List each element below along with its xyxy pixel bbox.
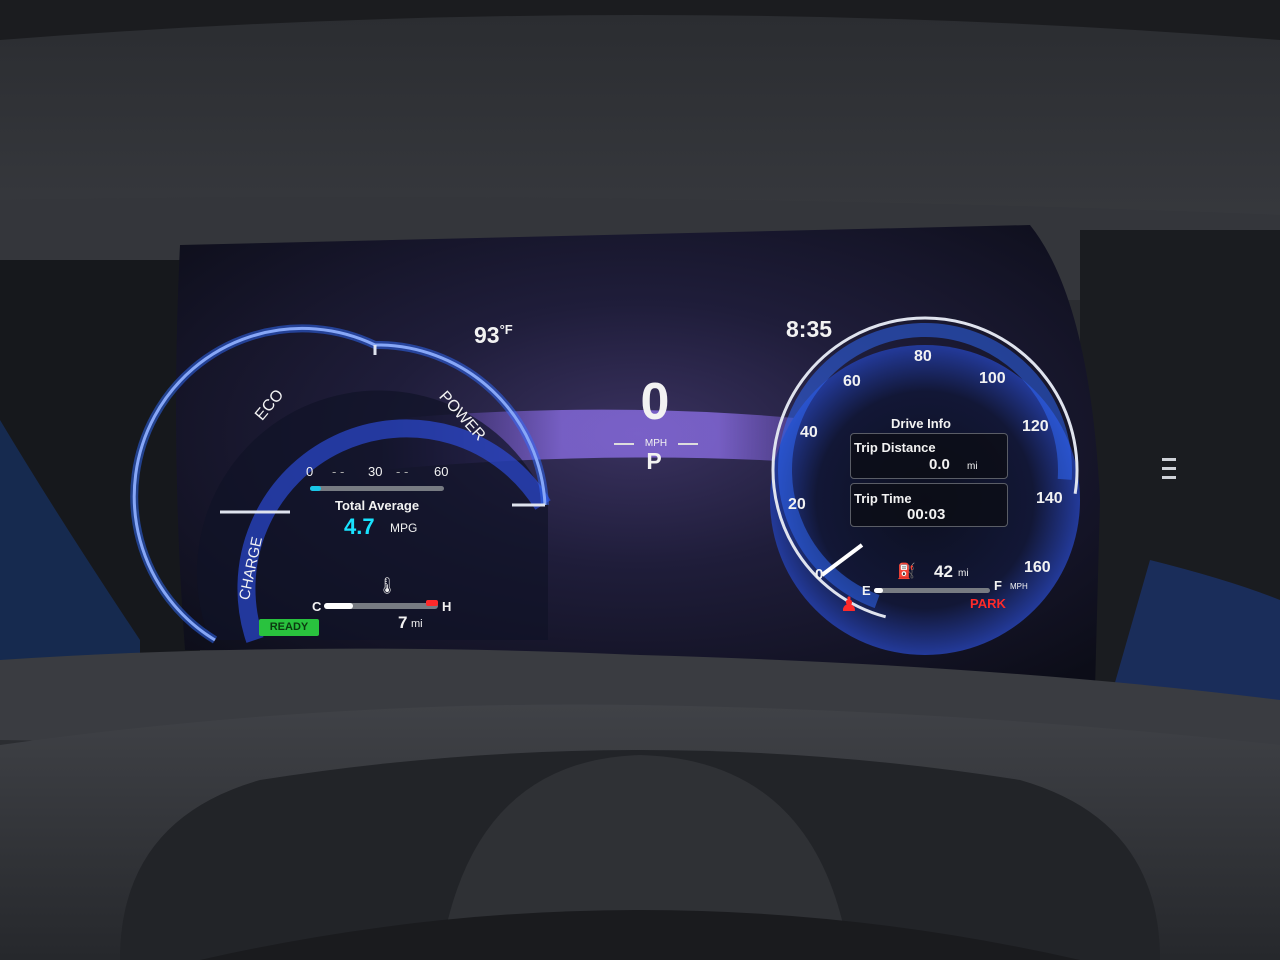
speed-tick-100: 100	[979, 370, 1006, 387]
temp-high-label: H	[442, 599, 452, 614]
ready-label: READY	[269, 621, 309, 633]
speed-needle	[820, 543, 864, 577]
speed-tick-20: 20	[788, 496, 806, 513]
fuel-fill	[874, 588, 884, 593]
trip-time-card: Trip Time 00:03	[850, 483, 1008, 527]
total-average-unit: MPG	[390, 521, 418, 535]
side-vent-indicator-2	[1162, 467, 1176, 470]
speedometer-gauge	[771, 316, 1079, 624]
fuel-track	[874, 588, 990, 593]
speed-tick-0: 0	[815, 566, 824, 583]
mini-scale-track	[310, 486, 444, 491]
coolant-temp-icon: 🌡	[377, 578, 398, 595]
trip-time-label: Trip Time	[854, 491, 912, 506]
ev-range-value: 7	[398, 613, 408, 632]
speed-tick-60: 60	[843, 373, 861, 390]
mini-scale-30: 30	[368, 464, 383, 479]
mini-scale-60: 60	[434, 464, 449, 479]
speed-value: 0	[640, 373, 670, 431]
total-average-value: 4.7	[344, 514, 375, 539]
trip-distance-card: Trip Distance 0.0 mi	[850, 433, 1008, 479]
fuel-pump-icon: ⛽	[897, 563, 916, 580]
temp-low-label: C	[312, 599, 322, 614]
trip-time-value: 00:03	[907, 506, 946, 523]
speedometer-unit: MPH	[1010, 582, 1028, 591]
speed-tick-140: 140	[1036, 490, 1063, 507]
clock: 8:35	[786, 316, 833, 342]
mpg-mini-scale: 0 30 60 - - - -	[306, 464, 456, 494]
seatbelt-warning-icon: ♟	[840, 594, 858, 616]
ev-range-unit: mi	[411, 618, 423, 630]
fuel-range-value: 42	[934, 562, 953, 581]
speed-tick-40: 40	[800, 424, 818, 441]
trip-distance-value: 0.0	[929, 456, 950, 473]
temperature-readout: 93°F	[474, 322, 513, 349]
fuel-full-label: F	[994, 578, 1002, 593]
side-vent-indicator-1	[1162, 458, 1176, 461]
fuel-range-unit: mi	[958, 568, 969, 579]
mini-scale-0: 0	[306, 464, 314, 479]
speed-tick-120: 120	[1022, 418, 1049, 435]
drive-info-title: Drive Info	[891, 416, 951, 431]
gear-indicator: P	[646, 448, 662, 474]
total-average-title: Total Average	[335, 498, 420, 513]
mini-scale-fill	[310, 486, 321, 491]
temperature-unit: °F	[499, 322, 513, 337]
trip-distance-label: Trip Distance	[854, 440, 936, 455]
coolant-temp-fill	[324, 603, 353, 609]
coolant-hot-zone	[426, 600, 438, 606]
speed-tick-160: 160	[1024, 559, 1051, 576]
side-vent-indicator-3	[1162, 476, 1176, 479]
ready-indicator: READY	[259, 619, 319, 636]
fuel-empty-label: E	[862, 583, 871, 598]
speed-tick-80: 80	[914, 348, 932, 365]
temperature-value: 93	[474, 322, 500, 348]
trip-distance-unit: mi	[967, 461, 978, 472]
park-indicator: PARK	[970, 596, 1006, 611]
